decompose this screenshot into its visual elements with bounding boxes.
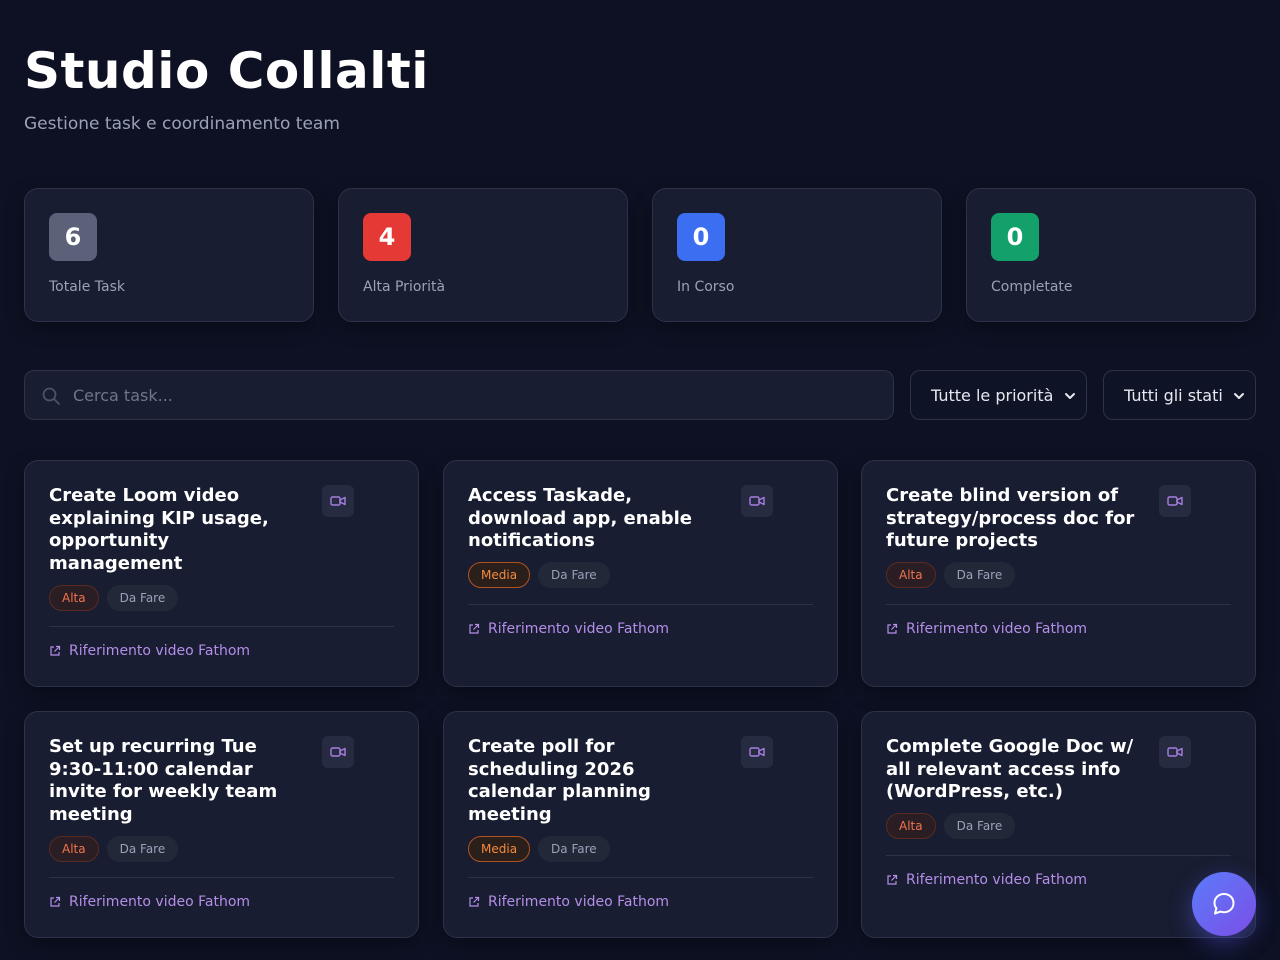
reference-link[interactable]: Riferimento video Fathom (886, 621, 1087, 637)
reference-link[interactable]: Riferimento video Fathom (468, 894, 669, 910)
external-link-icon (887, 623, 898, 634)
reference-link[interactable]: Riferimento video Fathom (468, 621, 669, 637)
chat-button[interactable] (1192, 872, 1256, 936)
reference-link-label: Riferimento video Fathom (906, 872, 1088, 888)
video-icon (1167, 496, 1183, 506)
search-icon (42, 387, 60, 405)
priority-filter-select[interactable]: Tutte le priorità (910, 370, 1087, 420)
external-link-icon (469, 896, 480, 907)
video-button[interactable] (1159, 485, 1191, 517)
task-title: Create Loom video explaining KIP usage, … (49, 485, 269, 575)
video-icon (1167, 747, 1183, 757)
priority-badge: Alta (49, 836, 99, 862)
status-badge: Da Fare (106, 585, 179, 611)
task-title: Access Taskade, download app, enable not… (468, 485, 692, 552)
app-root: Studio Collalti Gestione task e coordina… (0, 0, 1280, 960)
divider (468, 604, 813, 605)
status-badge: Da Fare (943, 813, 1016, 839)
status-badge: Da Fare (538, 562, 610, 588)
video-button[interactable] (1159, 736, 1191, 768)
search-box (24, 370, 894, 420)
reference-link-label: Riferimento video Fathom (488, 621, 670, 637)
stat-high-priority-label: Alta Priorità (363, 279, 446, 295)
divider (886, 855, 1231, 856)
stat-card-completed: 0 Completate (966, 188, 1256, 322)
priority-badge: Media (468, 562, 531, 588)
task-tags: Alta Da Fare (49, 836, 179, 862)
video-button[interactable] (741, 485, 773, 517)
divider (49, 877, 394, 878)
priority-badge: Media (468, 836, 531, 862)
reference-link-label: Riferimento video Fathom (69, 643, 251, 659)
video-icon (749, 496, 765, 506)
stat-completed-label: Completate (991, 279, 1073, 295)
external-link-icon (50, 645, 61, 656)
divider (468, 877, 813, 878)
task-card[interactable]: Create Loom video explaining KIP usage, … (24, 460, 419, 687)
video-button[interactable] (741, 736, 773, 768)
divider (886, 604, 1231, 605)
reference-link[interactable]: Riferimento video Fathom (886, 872, 1087, 888)
priority-filter-value: Tutte le priorità (931, 385, 1054, 405)
chat-bubble-icon (1213, 893, 1235, 915)
reference-link[interactable]: Riferimento video Fathom (49, 643, 250, 659)
task-title: Set up recurring Tue 9:30-11:00 calendar… (49, 736, 278, 826)
task-card[interactable]: Create poll for scheduling 2026 calendar… (443, 711, 838, 938)
task-title: Create poll for scheduling 2026 calendar… (468, 736, 651, 826)
status-badge: Da Fare (538, 836, 610, 862)
status-badge: Da Fare (943, 562, 1016, 588)
external-link-icon (887, 874, 898, 885)
stat-in-progress-value: 0 (677, 213, 725, 261)
external-link-icon (469, 623, 480, 634)
task-title: Complete Google Doc w/ all relevant acce… (886, 736, 1134, 803)
video-button[interactable] (322, 485, 354, 517)
video-button[interactable] (322, 736, 354, 768)
stat-total-label: Totale Task (49, 279, 125, 295)
status-filter-select[interactable]: Tutti gli stati (1103, 370, 1256, 420)
external-link-icon (50, 896, 61, 907)
stat-card-total: 6 Totale Task (24, 188, 314, 322)
task-card[interactable]: Create blind version of strategy/process… (861, 460, 1256, 687)
stats-row: 6 Totale Task 4 Alta Priorità 0 In Corso… (24, 188, 1256, 322)
task-tags: Media Da Fare (468, 836, 610, 862)
task-tags: Media Da Fare (468, 562, 610, 588)
task-tags: Alta Da Fare (886, 562, 1016, 588)
stat-high-priority-value: 4 (363, 213, 411, 261)
chevron-down-icon (1065, 393, 1075, 399)
page-title: Studio Collalti (24, 42, 429, 100)
chevron-down-icon (1234, 393, 1244, 399)
video-icon (749, 747, 765, 757)
divider (49, 626, 394, 627)
stat-in-progress-label: In Corso (677, 279, 735, 295)
page-subtitle: Gestione task e coordinamento team (24, 114, 340, 134)
reference-link-label: Riferimento video Fathom (488, 894, 670, 910)
reference-link-label: Riferimento video Fathom (906, 621, 1088, 637)
video-icon (330, 496, 346, 506)
task-card[interactable]: Set up recurring Tue 9:30-11:00 calendar… (24, 711, 419, 938)
priority-badge: Alta (49, 585, 99, 611)
task-title: Create blind version of strategy/process… (886, 485, 1135, 552)
stat-card-in-progress: 0 In Corso (652, 188, 942, 322)
task-card[interactable]: Access Taskade, download app, enable not… (443, 460, 838, 687)
stat-card-high-priority: 4 Alta Priorità (338, 188, 628, 322)
video-icon (330, 747, 346, 757)
status-filter-value: Tutti gli stati (1124, 385, 1223, 405)
status-badge: Da Fare (106, 836, 179, 862)
task-tags: Alta Da Fare (886, 813, 1016, 839)
priority-badge: Alta (886, 562, 936, 588)
task-tags: Alta Da Fare (49, 585, 179, 611)
search-input[interactable] (73, 371, 883, 419)
priority-badge: Alta (886, 813, 936, 839)
stat-total-value: 6 (49, 213, 97, 261)
reference-link-label: Riferimento video Fathom (69, 894, 251, 910)
reference-link[interactable]: Riferimento video Fathom (49, 894, 250, 910)
stat-completed-value: 0 (991, 213, 1039, 261)
